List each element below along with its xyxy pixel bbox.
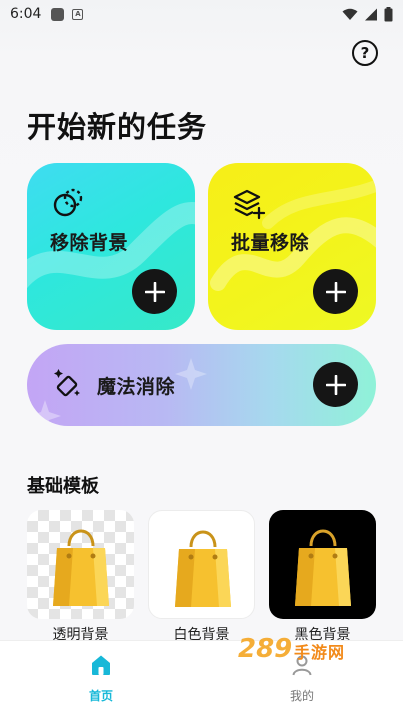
batch-remove-add-button[interactable] [313, 269, 358, 314]
question-circle-icon: ? [360, 44, 370, 62]
magic-erase-add-button[interactable] [313, 362, 358, 407]
nav-label-mine: 我的 [289, 689, 314, 703]
plus-icon [144, 281, 165, 302]
home-icon [92, 655, 110, 675]
plus-icon [325, 281, 346, 302]
signal-icon [365, 8, 377, 20]
batch-remove-label: 批量移除 [231, 232, 310, 254]
magic-erase-card[interactable]: 魔法消除 [27, 344, 376, 426]
template-white[interactable] [148, 510, 255, 619]
layers-plus-icon [233, 189, 266, 220]
watermark-text: 手游网 [294, 643, 346, 662]
remove-background-add-button[interactable] [132, 269, 177, 314]
watermark-number: 289 [238, 634, 293, 664]
page-title: 开始新的任务 [27, 110, 208, 144]
status-time: 6:04 [10, 6, 42, 22]
shopping-bag-image [53, 529, 109, 606]
template-transparent[interactable] [27, 510, 134, 619]
template-black[interactable] [269, 510, 376, 619]
remove-background-label: 移除背景 [50, 232, 129, 254]
remove-background-card[interactable]: 移除背景 [27, 163, 195, 330]
nav-item-home[interactable]: 首页 [61, 653, 141, 704]
bubbles-icon [53, 188, 83, 217]
plus-icon [325, 374, 346, 395]
shopping-bag-image [295, 529, 351, 606]
wifi-icon [342, 8, 358, 20]
magic-eraser-icon [54, 369, 80, 397]
templates-section-title: 基础模板 [27, 476, 99, 497]
battery-icon [384, 6, 393, 21]
notification-icon [51, 7, 65, 21]
app-notification-icon: A [72, 8, 84, 20]
magic-erase-label: 魔法消除 [97, 376, 176, 398]
help-button[interactable]: ? [352, 40, 378, 66]
batch-remove-card[interactable]: 批量移除 [208, 163, 376, 330]
status-bar: 6:04 A [0, 0, 403, 28]
nav-label-home: 首页 [88, 689, 113, 703]
shopping-bag-image [175, 530, 231, 607]
watermark-logo: 289 手游网 [238, 634, 388, 674]
